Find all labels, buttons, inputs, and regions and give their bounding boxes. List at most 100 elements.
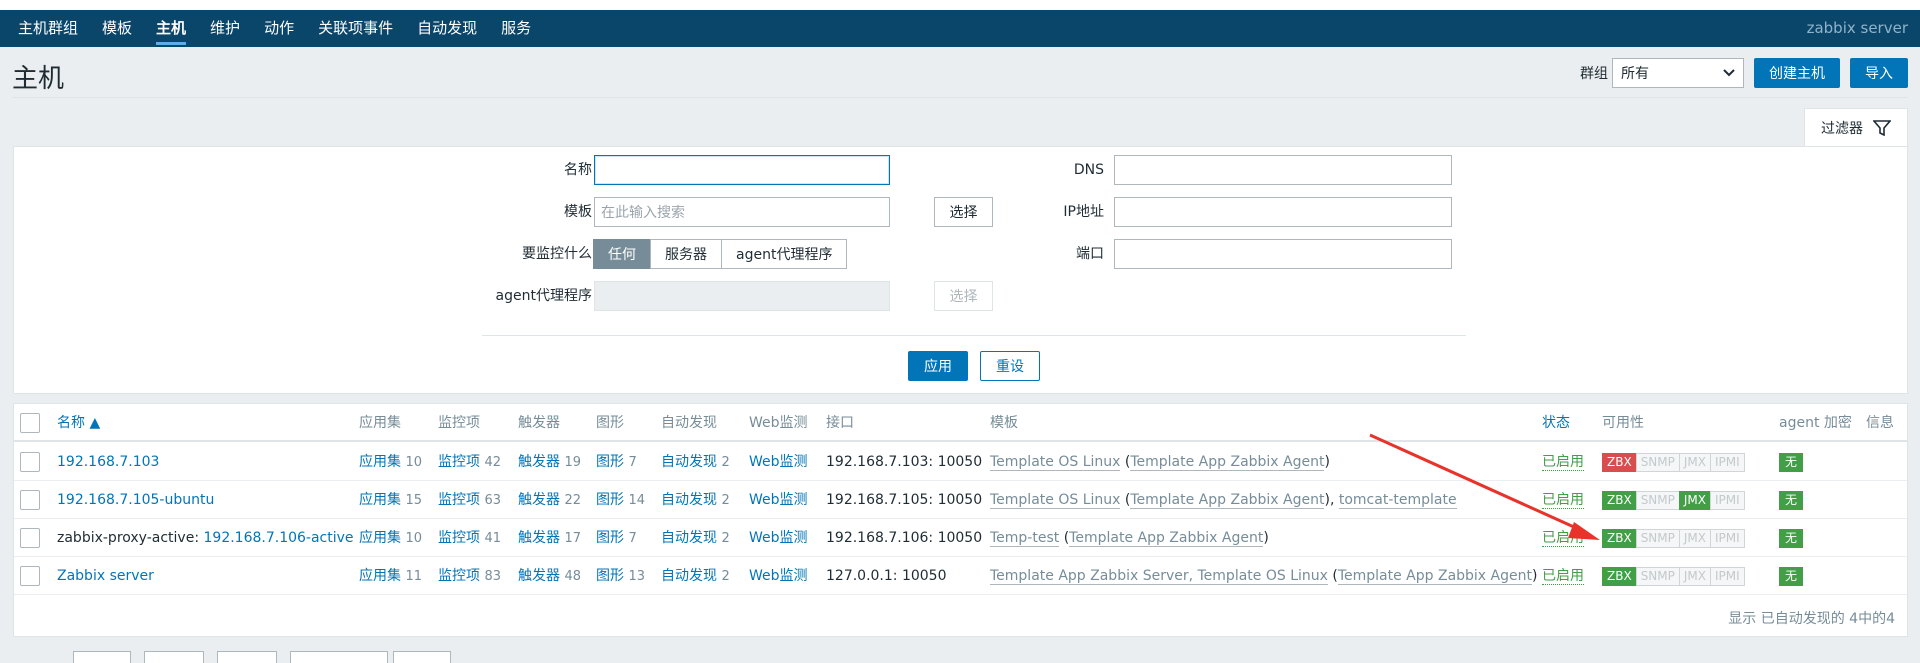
monitored-by-any[interactable]: 任何 (593, 239, 651, 269)
group-select-value: 所有 (1621, 66, 1649, 82)
monitored-by-server[interactable]: 服务器 (650, 239, 722, 269)
triggers-cell: 触发器 19 (518, 443, 581, 481)
name-input[interactable] (594, 155, 890, 185)
host-name-link[interactable]: 192.168.7.106-active (204, 530, 354, 546)
filter-tab[interactable]: 过滤器 (1804, 108, 1908, 146)
monitored-by-proxy[interactable]: agent代理程序 (721, 239, 848, 269)
monitored-by-label: 要监控什么 (522, 246, 592, 262)
row-checkbox[interactable] (20, 490, 40, 510)
apps-link[interactable]: 应用集 (359, 492, 401, 508)
parent-template-link[interactable]: Template App Zabbix Agent (1130, 492, 1325, 509)
items-link[interactable]: 监控项 (438, 568, 480, 584)
availability-badges: ZBX SNMP JMX IPMI (1602, 491, 1745, 510)
items-link[interactable]: 监控项 (438, 530, 480, 546)
web-link[interactable]: Web监测 (749, 492, 808, 508)
col-interface: 接口 (826, 415, 854, 431)
pager-button[interactable] (217, 651, 277, 663)
port-input[interactable] (1114, 239, 1452, 269)
parent-template-link[interactable]: Template App Zabbix Agent (1130, 454, 1325, 471)
parent-template-link[interactable]: Template App Zabbix Agent (1069, 530, 1264, 547)
page-title: 主机 (12, 64, 65, 94)
web-link[interactable]: Web监测 (749, 454, 808, 470)
jmx-badge: JMX (1678, 567, 1711, 586)
nav-item-actions[interactable]: 动作 (252, 10, 306, 47)
col-apps: 应用集 (359, 415, 401, 431)
template-link[interactable]: Template OS Linux (990, 492, 1121, 509)
triggers-count: 17 (564, 531, 581, 546)
items-link[interactable]: 监控项 (438, 454, 480, 470)
nav-item-correlation[interactable]: 关联项事件 (306, 10, 405, 47)
status-toggle[interactable]: 已启用 (1542, 530, 1584, 547)
graphs-link[interactable]: 图形 (596, 454, 624, 470)
discovery-link[interactable]: 自动发现 (661, 454, 717, 470)
template-select-button[interactable]: 选择 (934, 197, 993, 227)
discovery-link[interactable]: 自动发现 (661, 568, 717, 584)
import-button[interactable]: 导入 (1850, 58, 1908, 88)
host-name-link[interactable]: Zabbix server (57, 568, 154, 584)
nav-item-discovery[interactable]: 自动发现 (405, 10, 489, 47)
graphs-cell: 图形 13 (596, 557, 645, 595)
interface-cell: 127.0.0.1: 10050 (826, 568, 947, 584)
template-input[interactable]: 在此输入搜索 (594, 197, 890, 227)
status-toggle[interactable]: 已启用 (1542, 568, 1584, 585)
dns-label: DNS (1073, 162, 1104, 178)
hosts-table: 名称 ▲ 应用集 监控项 触发器 图形 自动发现 Web监测 接口 模板 状态 … (13, 403, 1908, 637)
triggers-link[interactable]: 触发器 (518, 530, 560, 546)
table-row: 192.168.7.105-ubuntu 应用集 15 监控项 63 触发器 2… (14, 481, 1907, 519)
nav-item-maintenance[interactable]: 维护 (198, 10, 252, 47)
parent-template-link[interactable]: Template App Zabbix Agent (1337, 568, 1532, 585)
create-host-button[interactable]: 创建主机 (1754, 58, 1840, 88)
col-name[interactable]: 名称 ▲ (57, 404, 100, 442)
items-cell: 监控项 41 (438, 519, 501, 557)
apply-button[interactable]: 应用 (908, 351, 968, 381)
apps-link[interactable]: 应用集 (359, 454, 401, 470)
nav-item-hosts[interactable]: 主机 (144, 10, 198, 47)
nav-item-services[interactable]: 服务 (489, 10, 543, 47)
col-availability: 可用性 (1602, 415, 1644, 431)
status-toggle[interactable]: 已启用 (1542, 492, 1584, 509)
status-cell: 已启用 (1542, 519, 1584, 557)
col-info: 信息 (1866, 415, 1894, 431)
graphs-count: 13 (628, 569, 645, 584)
group-select[interactable]: 所有 (1612, 58, 1744, 88)
row-checkbox[interactable] (20, 452, 40, 472)
host-name-link[interactable]: 192.168.7.103 (57, 454, 159, 470)
dns-input[interactable] (1114, 155, 1452, 185)
triggers-link[interactable]: 触发器 (518, 454, 560, 470)
row-checkbox[interactable] (20, 528, 40, 548)
apps-link[interactable]: 应用集 (359, 568, 401, 584)
items-count: 42 (484, 455, 501, 470)
web-cell: Web监测 (749, 557, 808, 595)
web-link[interactable]: Web监测 (749, 568, 808, 584)
template-link[interactable]: Template App Zabbix Server, Template OS … (990, 568, 1328, 585)
nav-item-hostgroups[interactable]: 主机群组 (6, 10, 90, 47)
status-toggle[interactable]: 已启用 (1542, 454, 1584, 471)
pager-button[interactable] (73, 651, 131, 663)
ip-input[interactable] (1114, 197, 1452, 227)
col-status[interactable]: 状态 (1542, 404, 1570, 442)
reset-button[interactable]: 重设 (980, 351, 1040, 381)
graphs-link[interactable]: 图形 (596, 530, 624, 546)
discovery-link[interactable]: 自动发现 (661, 530, 717, 546)
graphs-count: 7 (628, 531, 637, 546)
items-link[interactable]: 监控项 (438, 492, 480, 508)
template-link[interactable]: Template OS Linux (990, 454, 1121, 471)
web-link[interactable]: Web监测 (749, 530, 808, 546)
extra-template-link[interactable]: tomcat-template (1338, 492, 1457, 509)
nav-item-templates[interactable]: 模板 (90, 10, 144, 47)
interface-cell: 192.168.7.103: 10050 (826, 454, 983, 470)
host-name-link[interactable]: 192.168.7.105-ubuntu (57, 492, 214, 508)
pager-button[interactable] (290, 651, 388, 663)
apps-link[interactable]: 应用集 (359, 530, 401, 546)
pager-button[interactable] (144, 651, 204, 663)
row-checkbox[interactable] (20, 566, 40, 586)
template-link[interactable]: Temp-test (990, 530, 1060, 547)
graphs-link[interactable]: 图形 (596, 568, 624, 584)
discovery-link[interactable]: 自动发现 (661, 492, 717, 508)
select-all-checkbox[interactable] (20, 413, 40, 433)
graphs-link[interactable]: 图形 (596, 492, 624, 508)
pager-button[interactable] (393, 651, 451, 663)
filter-tab-label: 过滤器 (1821, 120, 1863, 137)
triggers-link[interactable]: 触发器 (518, 492, 560, 508)
triggers-link[interactable]: 触发器 (518, 568, 560, 584)
